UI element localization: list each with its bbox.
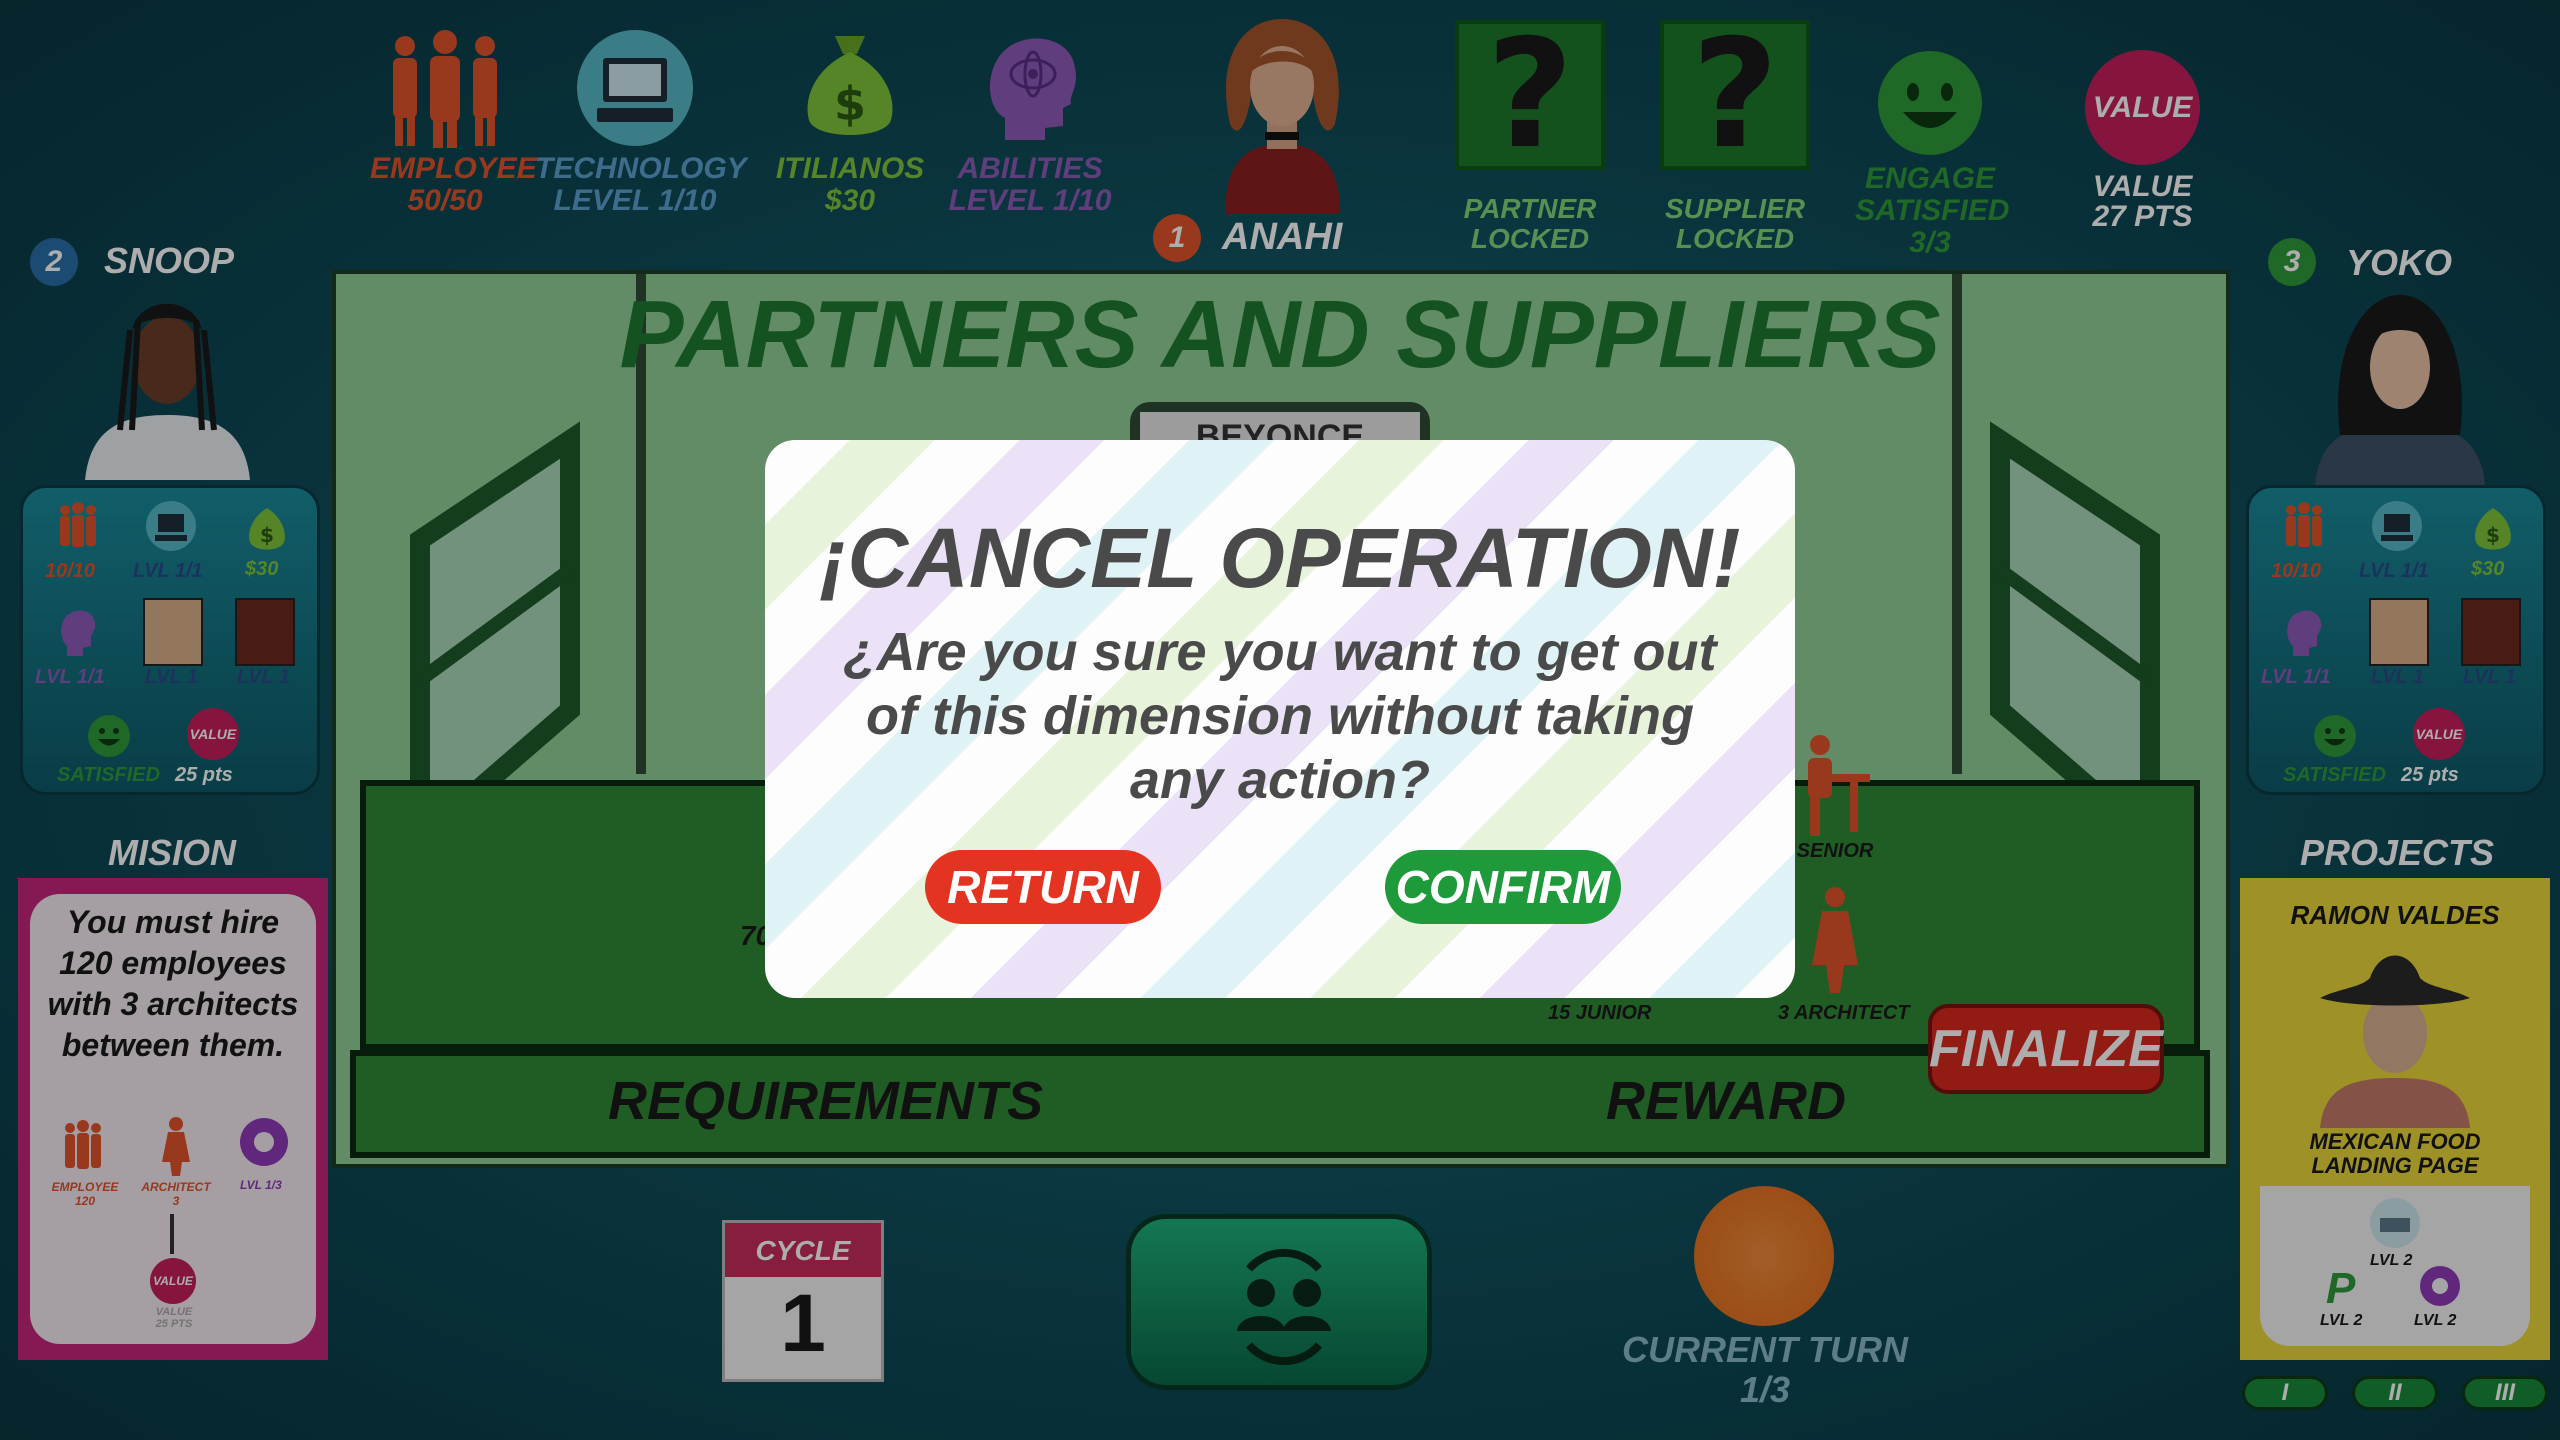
cancel-operation-modal: ¡CANCEL OPERATION! ¿Are you sure you wan…: [765, 440, 1795, 998]
confirm-button[interactable]: CONFIRM: [1385, 850, 1621, 924]
modal-message: ¿Are you sure you want to get out of thi…: [843, 622, 1717, 810]
return-button[interactable]: RETURN: [925, 850, 1161, 924]
modal-title: ¡CANCEL OPERATION!: [819, 511, 1741, 605]
